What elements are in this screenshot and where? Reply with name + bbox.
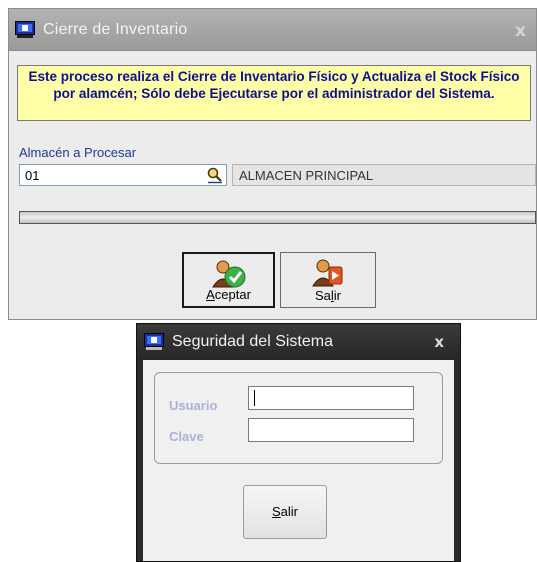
almacen-name-field: ALMACEN PRINCIPAL [232, 164, 536, 186]
almacen-code-value: 01 [25, 168, 40, 183]
close-icon[interactable]: x [515, 21, 526, 41]
lookup-icon[interactable] [206, 166, 224, 184]
window-title: Cierre de Inventario [43, 21, 188, 38]
aceptar-label: Aceptar [206, 287, 251, 302]
process-progress-bar [19, 211, 536, 224]
close-icon[interactable]: x [434, 333, 444, 351]
usuario-label: Usuario [169, 398, 218, 413]
clave-input[interactable] [248, 418, 414, 442]
user-exit-icon [311, 258, 345, 291]
salir-label: Salir [314, 288, 341, 303]
salir-dialog-button[interactable]: Salir [243, 485, 327, 539]
security-dialog-titlebar[interactable]: Seguridad del Sistema x [137, 324, 460, 360]
salir-dialog-label: Salir [271, 504, 298, 519]
salir-button[interactable]: Salir [280, 252, 376, 308]
aceptar-button[interactable]: Aceptar [182, 252, 275, 308]
security-dialog-body: Usuario Clave Salir [143, 360, 454, 561]
usuario-input[interactable] [248, 386, 414, 410]
dialog-title: Seguridad del Sistema [172, 333, 333, 350]
app-icon [15, 21, 35, 44]
app-icon [144, 333, 164, 356]
inventory-window-titlebar[interactable]: Cierre de Inventario x [9, 9, 536, 51]
text-caret [254, 390, 255, 406]
inventory-close-window: Cierre de Inventario x Este proceso real… [8, 8, 537, 320]
process-notice: Este proceso realiza el Cierre de Invent… [17, 65, 531, 121]
almacen-label: Almacén a Procesar [19, 145, 137, 160]
almacen-name-value: ALMACEN PRINCIPAL [239, 168, 374, 183]
security-dialog: Seguridad del Sistema x Usuario Clave Sa… [136, 323, 461, 562]
clave-label: Clave [169, 429, 204, 444]
almacen-code-field[interactable]: 01 [19, 164, 227, 186]
